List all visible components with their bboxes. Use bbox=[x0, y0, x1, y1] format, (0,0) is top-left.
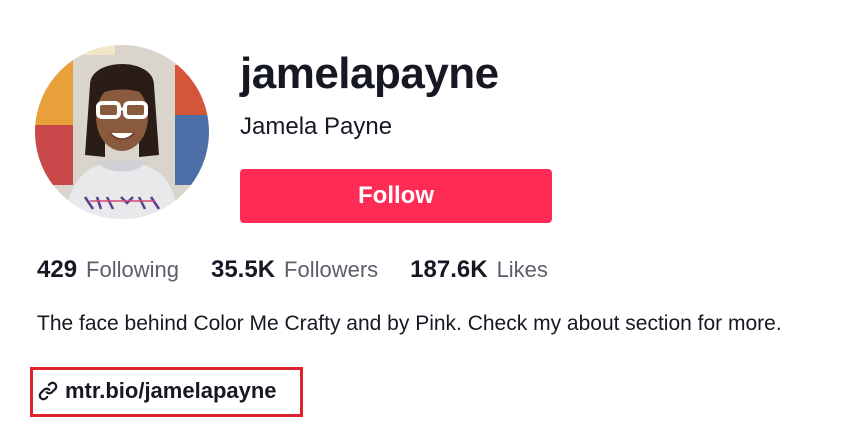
avatar[interactable] bbox=[35, 45, 209, 219]
likes-label: Likes bbox=[496, 257, 548, 282]
following-label: Following bbox=[86, 257, 179, 282]
profile-stats: 429 Following 35.5K Followers 187.6K Lik… bbox=[37, 256, 580, 284]
profile-photo bbox=[35, 45, 209, 219]
likes-count: 187.6K bbox=[410, 256, 488, 283]
following-count: 429 bbox=[37, 256, 78, 283]
profile-display-name: Jamela Payne bbox=[240, 113, 393, 140]
followers-count: 35.5K bbox=[210, 256, 276, 283]
follow-button[interactable]: Follow bbox=[240, 169, 552, 223]
stat-followers[interactable]: 35.5K Followers bbox=[211, 256, 378, 284]
profile-username: jamelapayne bbox=[240, 49, 499, 98]
bio-link-text: mtr.bio/jamelapayne bbox=[65, 378, 277, 403]
link-icon bbox=[37, 380, 59, 402]
stat-likes: 187.6K Likes bbox=[410, 256, 548, 284]
followers-label: Followers bbox=[284, 257, 379, 282]
profile-bio: The face behind Color Me Crafty and by P… bbox=[37, 312, 782, 335]
bio-link[interactable]: mtr.bio/jamelapayne bbox=[37, 378, 277, 404]
stat-following[interactable]: 429 Following bbox=[37, 256, 179, 284]
